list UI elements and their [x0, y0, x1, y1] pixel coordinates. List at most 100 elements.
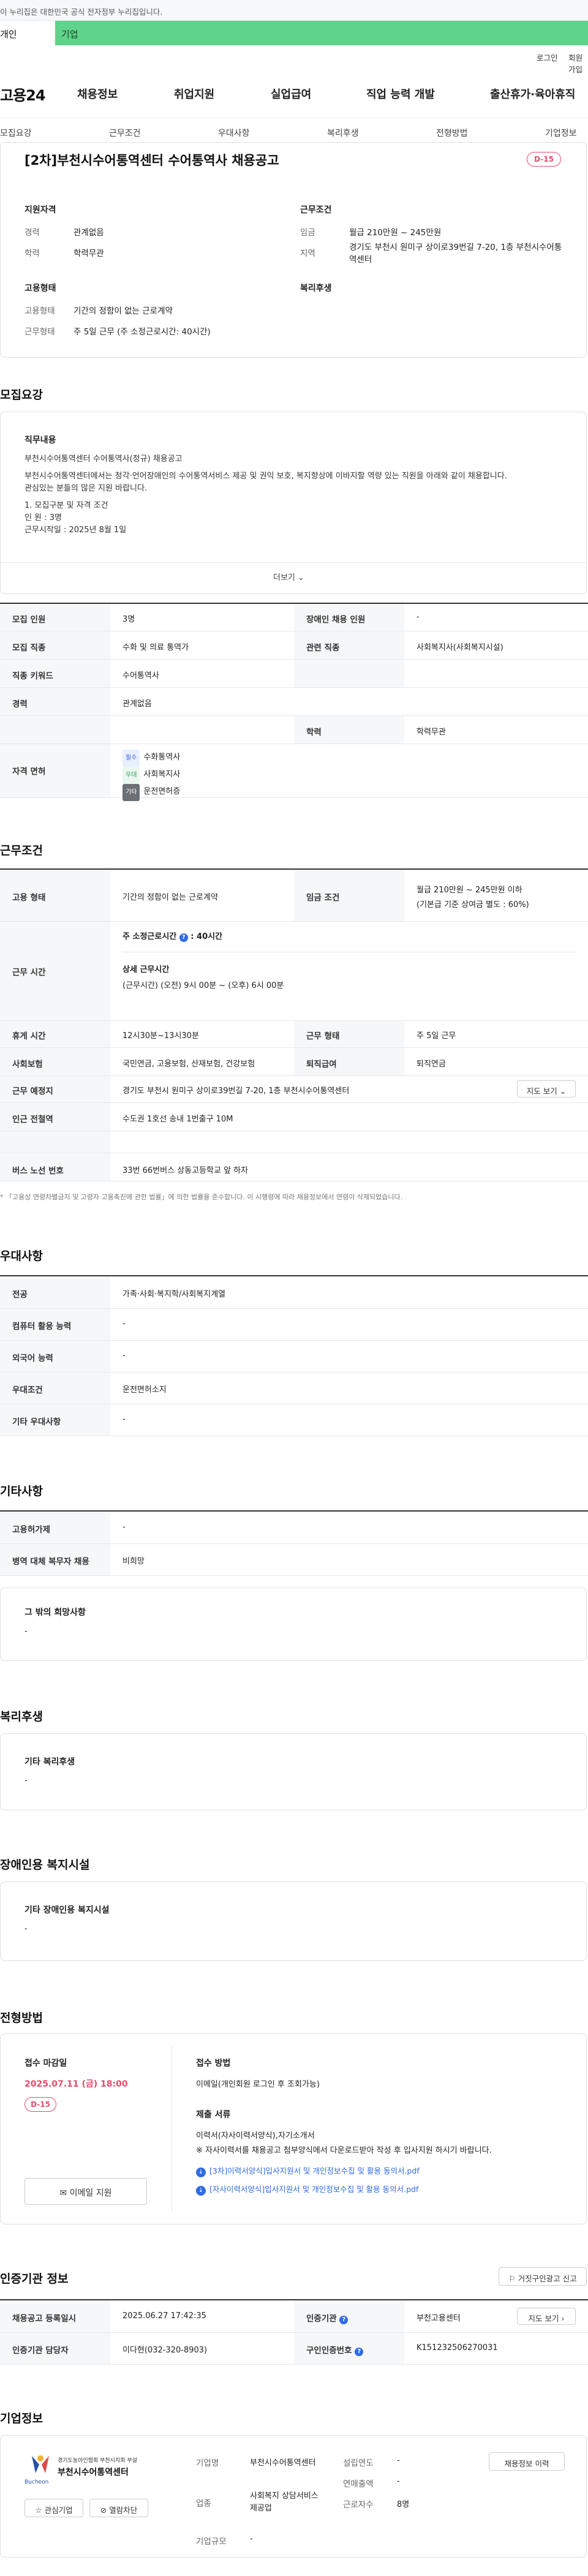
email-apply-button[interactable]: ✉ 이메일 지원 — [24, 2178, 147, 2205]
hands-logo-icon — [32, 2455, 49, 2473]
map-button[interactable]: 지도 보기 ⌄ — [517, 1080, 576, 1098]
gnb-jobs[interactable]: 채용정보 — [77, 86, 118, 102]
summary-worktype-label: 근무형태 — [24, 327, 55, 337]
agency-label-text: 인증기관 — [306, 2314, 337, 2324]
section-nav-recruit[interactable]: 모집요강 — [0, 127, 32, 139]
attachment-link[interactable]: ↓ [3차]이력서양식]입사지원서 및 개인정보수집 및 활용 동의서.pdf — [196, 2164, 420, 2177]
emptype-label: 고용 형태 — [12, 893, 46, 903]
place-value: 경기도 부천시 원미구 상이로39번길 7-20, 1층 부천시수어통역센터 — [123, 1087, 350, 1096]
more-button[interactable]: 더보기 ⌄ — [273, 571, 304, 582]
company-name-value: 부천시수어통역센터 — [250, 2458, 316, 2468]
report-button[interactable]: ⚐ 거짓구인광고 신고 — [499, 2267, 587, 2286]
work-heading: 근무조건 — [0, 844, 43, 857]
severance-value: 퇴직연금 — [417, 1060, 446, 1069]
docs-line: 이력서(자사이력서양식),자기소개서 — [196, 2131, 315, 2141]
welfare-box-heading: 기타 복리후생 — [24, 1757, 75, 1767]
other-heading: 기타사항 — [0, 1485, 43, 1498]
download-icon: ↓ — [196, 2186, 206, 2196]
agency-label: 인증기관 ? — [306, 2311, 349, 2324]
section-nav-work[interactable]: 근무조건 — [109, 127, 141, 139]
attachment-name: [자사이력서양식]입사지원서 및 개인정보수집 및 활용 동의서.pdf — [209, 2185, 419, 2194]
gnb-leave[interactable]: 출산휴가·육아휴직 — [490, 86, 575, 102]
hours-detail-value: (근무시간) (오전) 9시 00분 ~ (오후) 6시 00분 — [123, 981, 284, 990]
job-type-value: 수화 및 의료 통역가 — [123, 643, 189, 652]
row-divider — [0, 2364, 588, 2365]
license-list: 필수 수화통역사 우대 사회복지사 기타 운전면허증 — [123, 750, 180, 801]
summary-education-label: 학력 — [24, 249, 40, 258]
duty-line: 근무시작일 : 2025년 8월 1일 — [24, 525, 127, 535]
section-nav-company[interactable]: 기업정보 — [545, 127, 577, 139]
education-label: 학력 — [306, 728, 322, 737]
block-button[interactable]: ⊘ 열람차단 — [89, 2499, 148, 2517]
license-name: 사회복지사 — [143, 770, 181, 779]
emptype-value: 기간의 정함이 없는 근로계약 — [123, 893, 218, 902]
attachment-link[interactable]: ↓ [자사이력서양식]입사지원서 및 개인정보수집 및 활용 동의서.pdf — [196, 2183, 418, 2196]
summary-career-value: 관계없음 — [74, 228, 104, 238]
row-divider — [0, 1372, 588, 1373]
block-icon: ⊘ — [100, 2506, 107, 2515]
language-value: - — [123, 1351, 126, 1360]
signup-link[interactable]: 회원가입 — [568, 51, 588, 75]
agency-map-button[interactable]: 지도 보기 › — [517, 2308, 576, 2325]
duty-line: 인 원 : 3명 — [24, 513, 62, 522]
docs-heading: 제출 서류 — [196, 2110, 231, 2120]
qualification-heading: 지원자격 — [24, 205, 56, 215]
disabled-card — [0, 1881, 587, 1961]
work-permit-value: - — [123, 1523, 126, 1532]
job-type-label: 모집 직종 — [12, 643, 46, 653]
gnb-training[interactable]: 직업 능력 개발 — [366, 86, 435, 102]
table-label-col — [0, 870, 110, 1181]
row-divider — [0, 687, 588, 688]
row-divider — [0, 1020, 588, 1021]
section-nav-welfare[interactable]: 복리후생 — [327, 127, 359, 139]
conditions-heading: 근무조건 — [300, 205, 332, 215]
section-nav-selection[interactable]: 전형방법 — [436, 127, 468, 139]
duty-line: 부천시수어통역센터에서는 청각·언어장애인의 수어통역서비스 제공 및 권익 보… — [24, 472, 507, 481]
interest-company-button[interactable]: ☆ 관심기업 — [24, 2499, 83, 2517]
summary-wage-label: 임금 — [300, 228, 315, 238]
info-icon[interactable]: ? — [179, 933, 188, 942]
industry-value: 사회복지 상담서비스 제공업 — [250, 2491, 318, 2513]
map-button-label: 지도 보기 — [526, 1087, 557, 1096]
hiring-history-button[interactable]: 채용정보 이력 — [489, 2452, 565, 2471]
gnb-employment-support[interactable]: 취업지원 — [174, 86, 214, 102]
info-icon[interactable]: ? — [339, 2316, 349, 2324]
gnb-unemployment[interactable]: 실업급여 — [271, 86, 311, 102]
manager-label: 인증기관 담당자 — [12, 2346, 69, 2356]
logo-word: Bucheon — [24, 2479, 49, 2485]
wage-bonus: (기본급 기준 상여금 별도 : 60%) — [417, 900, 529, 910]
agency-map-label: 지도 보기 — [528, 2314, 559, 2323]
tab-personal[interactable]: 개인 — [0, 21, 55, 45]
divider — [0, 562, 587, 563]
industry-label: 업종 — [196, 2499, 211, 2509]
row-divider — [0, 659, 588, 660]
tab-business[interactable]: 기업 — [61, 28, 78, 40]
bus-label: 버스 노선 번호 — [12, 1166, 64, 1176]
logo-line2: 부천시수어통역센터 — [58, 2468, 129, 2477]
row-divider — [0, 797, 588, 798]
duty-line: 1. 모집구분 및 자격 조건 — [24, 501, 108, 510]
attachment-name: [3차]이력서양식]입사지원서 및 개인정보수집 및 활용 동의서.pdf — [209, 2166, 420, 2175]
employment-heading: 고용형태 — [24, 284, 56, 293]
site-logo[interactable]: 고용24 — [0, 83, 46, 105]
disabled-hire-value: - — [417, 612, 420, 622]
row-divider — [0, 1340, 588, 1341]
chevron-down-icon: ⌄ — [298, 573, 304, 582]
row-divider — [0, 1075, 588, 1076]
section-nav-pref[interactable]: 우대사항 — [218, 127, 250, 139]
disabled-hire-label: 장애인 채용 인원 — [306, 615, 366, 625]
row-divider — [0, 2332, 588, 2333]
company-heading: 기업정보 — [0, 2412, 43, 2425]
download-icon: ↓ — [196, 2167, 206, 2177]
hope-card — [0, 1587, 587, 1661]
summary-education-value: 학력무관 — [74, 249, 104, 258]
info-icon[interactable]: ? — [355, 2348, 364, 2356]
station-label: 인근 전철역 — [12, 1115, 53, 1124]
duty-text: 부천시수어통역센터 수어통역사(정규) 채용공고 부천시수어통역센터에서는 청각… — [24, 453, 564, 537]
interest-label: 관심기업 — [44, 2506, 73, 2515]
duty-line: 관심있는 분들의 많은 지원 바랍니다. — [24, 484, 148, 493]
pref-heading: 우대사항 — [0, 1249, 43, 1263]
method-heading: 접수 방법 — [196, 2058, 231, 2068]
login-link[interactable]: 로그인 — [537, 51, 558, 63]
severance-label: 퇴직급여 — [306, 1060, 337, 1069]
